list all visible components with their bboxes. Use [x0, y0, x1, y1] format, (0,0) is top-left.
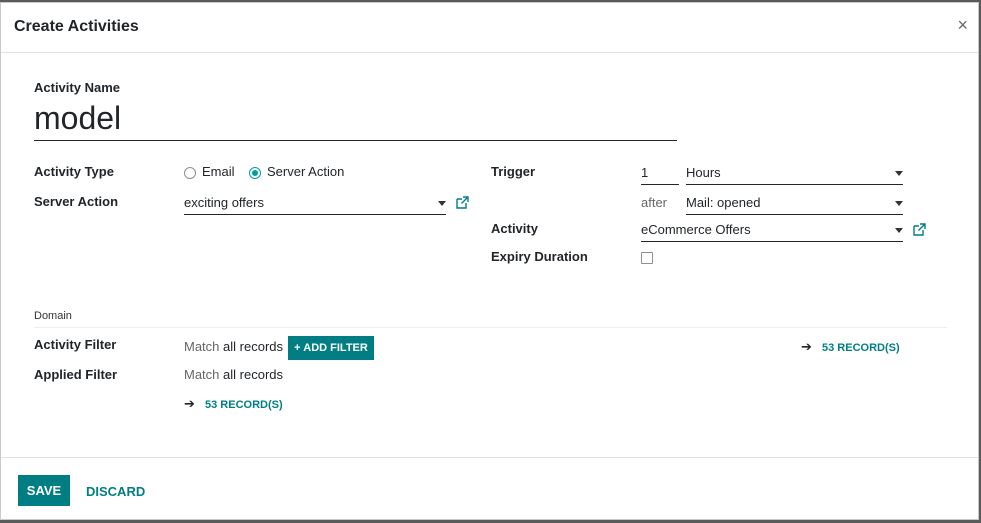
server-action-radio[interactable]	[249, 167, 261, 179]
email-radio[interactable]	[184, 167, 196, 179]
plus-icon: +	[294, 342, 301, 354]
applied-filter-match-emphasis: all records	[223, 367, 283, 382]
arrow-right-icon: ➔	[184, 396, 195, 411]
trigger-number-input[interactable]: 1	[641, 163, 679, 185]
activity-filter-label: Activity Filter	[34, 337, 117, 352]
trigger-unit-value: Hours	[686, 165, 721, 180]
trigger-unit-select[interactable]: Hours	[686, 163, 903, 185]
applied-filter-label: Applied Filter	[34, 367, 118, 382]
server-action-radio-label[interactable]: Server Action	[267, 164, 344, 179]
activity-select[interactable]: eCommerce Offers	[641, 220, 903, 242]
expiry-duration-checkbox[interactable]	[641, 252, 653, 264]
activity-value: eCommerce Offers	[641, 222, 751, 237]
activity-filter-match-text: Match all records	[184, 339, 283, 354]
chevron-down-icon	[895, 201, 903, 206]
expiry-duration-label: Expiry Duration	[491, 249, 588, 264]
add-filter-button[interactable]: + ADD FILTER	[288, 336, 374, 360]
external-link-icon[interactable]	[456, 196, 469, 209]
after-label: after	[641, 195, 668, 210]
server-action-select[interactable]: exciting offers	[184, 193, 446, 215]
activity-name-label: Activity Name	[34, 80, 120, 95]
chevron-down-icon	[895, 171, 903, 176]
discard-button[interactable]: DISCARD	[86, 484, 145, 499]
applied-filter-match-text: Match all records	[184, 367, 283, 382]
server-action-value: exciting offers	[184, 195, 264, 210]
trigger-label: Trigger	[491, 164, 536, 179]
domain-divider	[34, 327, 947, 328]
chevron-down-icon	[438, 201, 446, 206]
close-icon[interactable]: ×	[957, 16, 968, 34]
dialog-header: Create Activities ×	[1, 3, 978, 53]
chevron-down-icon	[895, 228, 903, 233]
email-radio-label[interactable]: Email	[202, 164, 235, 179]
domain-section-label: Domain	[34, 310, 72, 322]
applied-filter-match-prefix: Match	[184, 367, 220, 382]
activity-type-label: Activity Type	[34, 164, 114, 179]
add-filter-label: ADD FILTER	[303, 342, 368, 354]
dialog-footer: SAVE DISCARD	[1, 457, 978, 519]
applied-filter-records-link[interactable]: 53 RECORD(S)	[205, 399, 283, 411]
create-activities-dialog: Create Activities × Activity Name model …	[0, 2, 979, 520]
activity-label: Activity	[491, 221, 538, 236]
after-select[interactable]: Mail: opened	[686, 193, 903, 215]
dialog-title: Create Activities	[14, 18, 139, 35]
server-action-label: Server Action	[34, 194, 119, 209]
arrow-right-icon: ➔	[801, 339, 812, 354]
external-link-icon[interactable]	[913, 223, 926, 236]
activity-filter-match-emphasis: all records	[223, 339, 283, 354]
activity-filter-match-prefix: Match	[184, 339, 220, 354]
after-value: Mail: opened	[686, 195, 761, 210]
save-button[interactable]: SAVE	[18, 475, 70, 506]
activity-filter-records-link[interactable]: 53 RECORD(S)	[822, 342, 900, 354]
activity-name-input[interactable]: model	[34, 100, 677, 141]
